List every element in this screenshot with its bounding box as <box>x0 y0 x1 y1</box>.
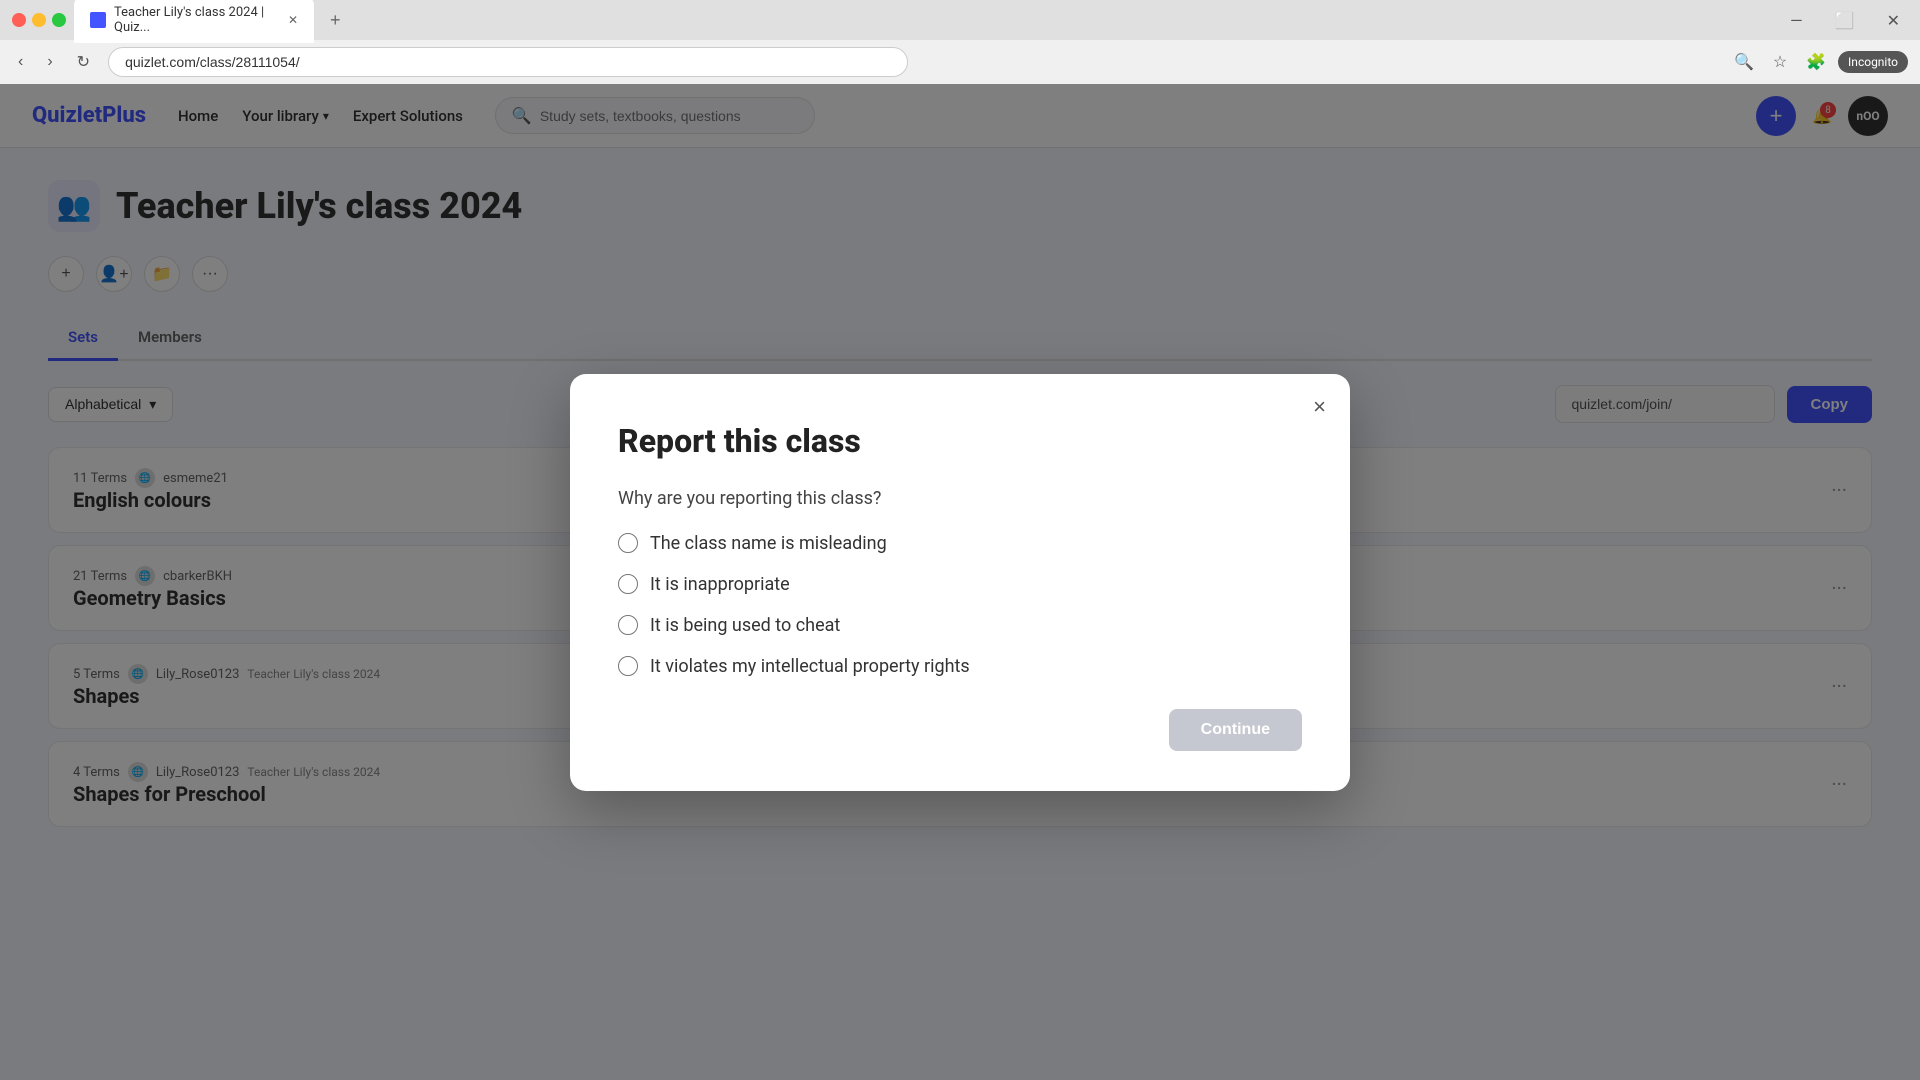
window-minimize-icon[interactable]: — <box>1782 11 1811 30</box>
report-modal: × Report this class Why are you reportin… <box>570 374 1350 791</box>
back-btn[interactable]: ‹ <box>12 47 29 77</box>
tab-favicon <box>90 12 106 28</box>
radio-option-4[interactable]: It violates my intellectual property rig… <box>618 656 1302 677</box>
toolbar-right: 🔍 ☆ 🧩 Incognito <box>1730 48 1908 76</box>
browser-titlebar: Teacher Lily's class 2024 | Quiz... ✕ + … <box>0 0 1920 40</box>
window-restore-icon[interactable]: ⬜ <box>1827 11 1863 30</box>
modal-title: Report this class <box>618 422 1302 460</box>
address-bar[interactable] <box>108 47 908 77</box>
radio-label-3: It is being used to cheat <box>650 615 840 636</box>
continue-btn[interactable]: Continue <box>1169 709 1302 751</box>
radio-option-3[interactable]: It is being used to cheat <box>618 615 1302 636</box>
browser-tab[interactable]: Teacher Lily's class 2024 | Quiz... ✕ <box>74 0 314 43</box>
radio-input-2[interactable] <box>618 574 638 594</box>
radio-input-4[interactable] <box>618 656 638 676</box>
bookmark-icon[interactable]: ☆ <box>1766 48 1794 76</box>
new-tab-btn[interactable]: + <box>322 6 349 35</box>
window-controls: — ⬜ ✕ <box>1782 11 1908 30</box>
window-maximize-btn[interactable] <box>52 13 66 27</box>
radio-input-3[interactable] <box>618 615 638 635</box>
radio-option-1[interactable]: The class name is misleading <box>618 533 1302 554</box>
browser-toolbar: ‹ › ↻ 🔍 ☆ 🧩 Incognito <box>0 40 1920 84</box>
window-minimize-btn[interactable] <box>32 13 46 27</box>
radio-label-1: The class name is misleading <box>650 533 887 554</box>
extension-icon[interactable]: 🧩 <box>1802 48 1830 76</box>
browser-controls <box>12 13 66 27</box>
tab-title: Teacher Lily's class 2024 | Quiz... <box>114 5 276 35</box>
incognito-badge[interactable]: Incognito <box>1838 51 1908 73</box>
radio-label-2: It is inappropriate <box>650 574 790 595</box>
lens-icon[interactable]: 🔍 <box>1730 48 1758 76</box>
app-container: QuizletPlus Home Your library ▾ Expert S… <box>0 84 1920 1080</box>
modal-close-btn[interactable]: × <box>1313 394 1326 420</box>
window-close-btn[interactable] <box>12 13 26 27</box>
browser-chrome: Teacher Lily's class 2024 | Quiz... ✕ + … <box>0 0 1920 84</box>
modal-overlay[interactable]: × Report this class Why are you reportin… <box>0 84 1920 1080</box>
modal-question: Why are you reporting this class? <box>618 488 1302 509</box>
radio-label-4: It violates my intellectual property rig… <box>650 656 970 677</box>
forward-btn[interactable]: › <box>41 47 58 77</box>
reload-btn[interactable]: ↻ <box>71 46 96 78</box>
tab-close-btn[interactable]: ✕ <box>288 13 298 27</box>
modal-footer: Continue <box>618 709 1302 751</box>
window-close-icon[interactable]: ✕ <box>1879 11 1908 30</box>
radio-option-2[interactable]: It is inappropriate <box>618 574 1302 595</box>
radio-input-1[interactable] <box>618 533 638 553</box>
